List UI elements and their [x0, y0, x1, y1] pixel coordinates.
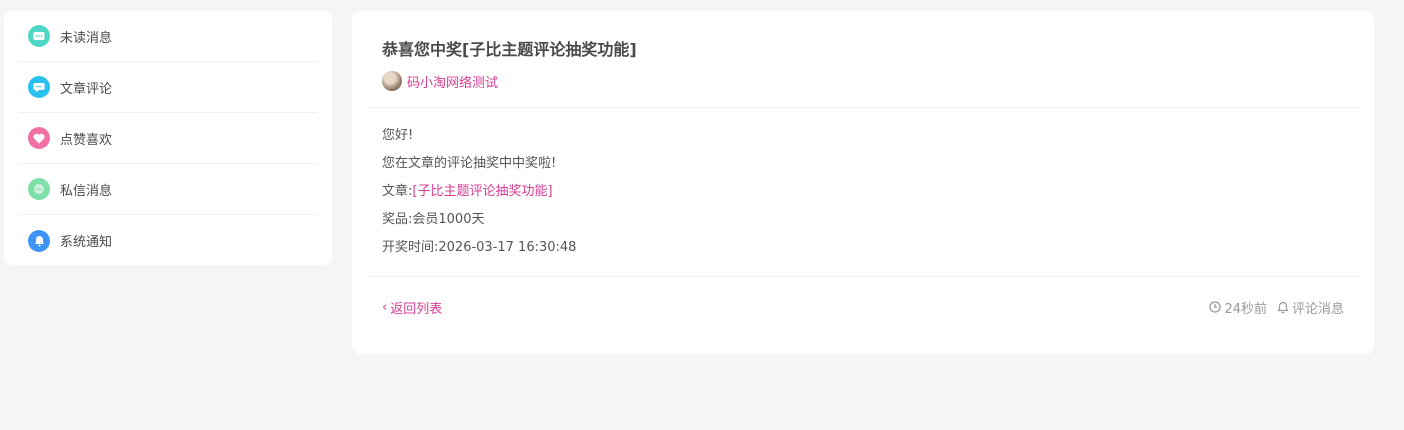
- message-footer: ‹ 返回列表 24秒前 评论消息: [366, 277, 1360, 337]
- chevron-left-icon: ‹: [382, 299, 388, 315]
- time-ago-text: 24秒前: [1224, 301, 1267, 317]
- clock-icon: [1209, 301, 1222, 313]
- article-label: 文章:: [382, 184, 413, 199]
- sidebar-item-label: 系统通知: [60, 235, 113, 250]
- bell-outline-icon: [1277, 301, 1289, 313]
- sidebar-item-label: 私信消息: [60, 183, 113, 199]
- author-name[interactable]: 码小淘网络测试: [407, 72, 498, 91]
- sidebar-item-label: 未读消息: [60, 30, 113, 46]
- message-category: 评论消息: [1277, 298, 1344, 317]
- draw-time-text: 开奖时间:2026-03-17 16:30:48: [382, 240, 577, 255]
- sidebar-item-unread[interactable]: 未读消息: [18, 11, 318, 62]
- message-sidebar: 未读消息 文章评论 点赞喜欢 私信消息 系统通知: [4, 11, 332, 265]
- article-link[interactable]: [子比主题评论抽奖功能]: [412, 184, 552, 199]
- category-text: 评论消息: [1291, 301, 1344, 317]
- message-meta: 24秒前 评论消息: [1199, 298, 1344, 317]
- sidebar-item-system[interactable]: 系统通知: [18, 215, 318, 266]
- message-body: 您好! 您在文章的评论抽奖中中奖啦! 文章:[子比主题评论抽奖功能] 奖品:会员…: [366, 108, 1360, 277]
- intro-text: 您在文章的评论抽奖中中奖啦!: [382, 156, 557, 171]
- sidebar-item-comments[interactable]: 文章评论: [18, 62, 318, 113]
- article-line: 文章:[子比主题评论抽奖功能]: [382, 178, 1344, 206]
- message-dots-icon: [28, 25, 50, 47]
- prize-text: 奖品:会员1000天: [382, 212, 485, 227]
- message-title: 恭喜您中奖[子比主题评论抽奖功能]: [382, 40, 637, 59]
- comment-icon: [28, 76, 50, 98]
- bell-icon: [28, 229, 50, 252]
- time-ago: 24秒前: [1209, 298, 1267, 317]
- greeting-text: 您好!: [382, 128, 414, 143]
- heart-icon: [28, 127, 50, 149]
- sidebar-item-private[interactable]: 私信消息: [18, 164, 318, 215]
- sidebar-item-label: 点赞喜欢: [60, 132, 113, 148]
- sidebar-item-likes[interactable]: 点赞喜欢: [18, 113, 318, 164]
- sidebar-item-label: 文章评论: [60, 81, 113, 97]
- chat-icon: [28, 178, 50, 200]
- back-to-list-button[interactable]: ‹ 返回列表: [382, 298, 442, 317]
- message-header: 恭喜您中奖[子比主题评论抽奖功能] 码小淘网络测试: [366, 11, 1360, 108]
- back-label: 返回列表: [390, 301, 443, 317]
- message-author[interactable]: 码小淘网络测试: [382, 71, 1344, 91]
- avatar[interactable]: [382, 71, 402, 91]
- message-detail-card: 恭喜您中奖[子比主题评论抽奖功能] 码小淘网络测试 您好! 您在文章的评论抽奖中…: [352, 11, 1374, 354]
